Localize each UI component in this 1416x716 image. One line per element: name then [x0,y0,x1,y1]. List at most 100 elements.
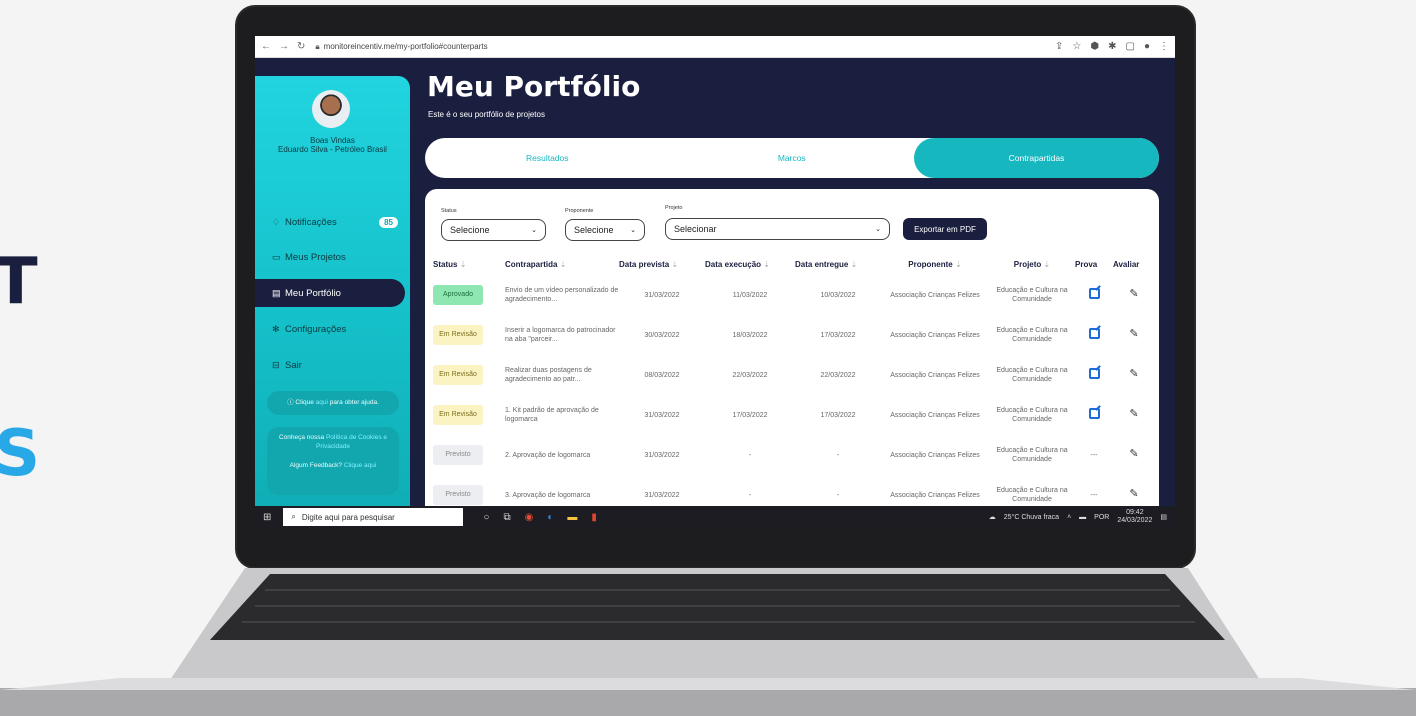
back-icon[interactable]: ← [261,41,271,52]
evaluate-cell: ✎ [1113,315,1155,355]
proponent-cell: Associação Crianças Felizes [890,451,980,459]
column-header[interactable]: Data entregue ⇣ [795,253,881,275]
projeto-select[interactable]: Selecionar ⌄ [665,218,890,240]
help-link[interactable]: aqui [316,399,328,406]
proponente-select[interactable]: Selecione ⌄ [565,219,645,241]
counterpart-cell: 2. Aprovação de logomarca [505,451,591,459]
menu-icon[interactable]: ⋮ [1159,41,1169,52]
policy-link[interactable]: Política de Cookies e Privacidade [316,434,387,450]
sidebar-item-configuracoes[interactable]: ✻ Configurações [255,315,410,343]
column-header[interactable]: Status ⇣ [433,253,505,275]
pencil-icon[interactable]: ✎ [1129,368,1138,380]
open-proof-icon[interactable] [1088,368,1100,379]
delivered-date-cell: - [836,491,840,499]
feedback-link[interactable]: Clique aqui [344,462,377,469]
table-row: Aprovado Envio de um vídeo personalizado … [433,275,1155,315]
status-cell: Aprovado [433,275,505,315]
export-pdf-button[interactable]: Exportar em PDF [903,218,987,240]
proponent-cell: Associação Crianças Felizes [890,331,980,339]
open-proof-icon[interactable] [1088,328,1100,339]
tab-resultados[interactable]: Resultados [425,138,670,178]
column-header[interactable]: Proponente ⇣ [881,253,989,275]
profile-icon[interactable]: ● [1144,41,1150,52]
pencil-icon[interactable]: ✎ [1129,408,1138,420]
status-cell: Em Revisão [433,395,505,435]
tray-chevron-icon[interactable]: ˄ [1067,514,1071,521]
edge-icon[interactable]: ◐ [547,512,553,523]
help-icon: ⓘ [287,399,294,406]
column-header[interactable]: Data execução ⇣ [705,253,795,275]
sidebar: Boas Vindas Eduardo Silva - Petróleo Bra… [255,76,410,506]
sidebar-item-notificacoes[interactable]: ♢ Notificações 85 [255,208,410,236]
gear-icon: ✻ [272,323,280,334]
proponent-cell: Associação Crianças Felizes [890,491,980,499]
file-explorer-icon[interactable]: ▬ [567,512,577,523]
counterpart-cell: 3. Aprovação de logomarca [505,491,591,499]
open-proof-icon[interactable] [1088,288,1100,299]
system-tray: ☁ 25°C Chuva fraca ˄ ▬ POR 09:42 24/03/2… [989,509,1175,525]
tab-marcos[interactable]: Marcos [670,138,915,178]
execution-date-cell: 22/03/2022 [732,371,768,379]
status-filter-label: Status [441,208,457,214]
sidebar-item-label: Configurações [285,323,347,335]
status-cell: Previsto [433,435,505,475]
execution-date-cell: 17/03/2022 [732,411,768,419]
forward-icon[interactable]: → [279,41,289,52]
policy-box: Conheça nossa Política de Cookies e Priv… [267,427,399,495]
taskbar-search[interactable]: ⌕ Digite aqui para pesquisar [283,508,464,526]
execution-date-cell: - [748,451,752,459]
open-proof-icon[interactable] [1088,408,1100,419]
projeto-filter-label: Projeto [665,205,683,211]
address-bar[interactable]: monitoreincentiv.me/my-portfolio#counter… [324,42,1055,51]
tab-contrapartidas[interactable]: Contrapartidas [914,138,1159,178]
cortana-icon[interactable]: ○ [483,512,489,523]
office-icon[interactable]: ▮ [591,512,597,523]
clock-time: 09:42 [1126,509,1144,516]
column-header: Prova [1075,259,1098,269]
proponent-cell: Associação Crianças Felizes [890,371,980,379]
language-indicator[interactable]: POR [1094,514,1109,521]
planned-date-cell: 31/03/2022 [644,291,680,299]
evaluate-cell: ✎ [1113,355,1155,395]
project-cell: Educação e Cultura na Comunidade [996,407,1068,423]
evaluate-cell: ✎ [1113,395,1155,435]
sidebar-item-meu-portfolio[interactable]: ▤ Meu Portfólio [255,279,405,307]
notification-center-icon[interactable]: ▤ [1160,513,1167,521]
star-icon[interactable]: ☆ [1072,41,1081,52]
status-badge: Em Revisão [433,325,483,345]
pencil-icon[interactable]: ✎ [1129,448,1138,460]
search-icon: ⌕ [291,512,296,521]
delivered-date-cell: 17/03/2022 [820,411,856,419]
proof-cell: --- [1075,435,1113,475]
sidebar-item-label: Notificações [285,216,337,228]
column-header[interactable]: Data prevista ⇣ [619,253,705,275]
proof-cell [1075,315,1113,355]
avatar[interactable] [312,90,350,128]
share-icon[interactable]: ⇪ [1055,41,1063,52]
puzzle-icon[interactable]: ✱ [1108,41,1116,52]
sidebar-item-label: Sair [285,359,302,371]
execution-date-cell: 11/03/2022 [732,291,768,299]
reload-icon[interactable]: ↻ [297,41,305,52]
pencil-icon[interactable]: ✎ [1129,488,1138,500]
sidebar-item-meus-projetos[interactable]: ▭ Meus Projetos [255,243,410,271]
column-header[interactable]: Projeto ⇣ [989,253,1075,275]
taskbar-search-placeholder: Digite aqui para pesquisar [301,512,395,522]
page-title: Meu Portfólio [427,70,641,103]
window-icon[interactable]: ▢ [1126,41,1135,52]
extension-icon[interactable]: ⬢ [1090,41,1099,52]
pencil-icon[interactable]: ✎ [1129,328,1138,340]
proof-cell: --- [1075,475,1113,509]
column-header[interactable]: Contrapartida ⇣ [505,253,619,275]
sidebar-item-sair[interactable]: ⊟ Sair [255,351,410,379]
chrome-icon[interactable]: ◉ [525,512,534,523]
task-view-icon[interactable]: ⧉ [503,512,510,523]
status-select[interactable]: Selecione ⌄ [441,219,546,241]
clock[interactable]: 09:42 24/03/2022 [1117,509,1152,525]
network-icon[interactable]: ▬ [1079,514,1086,521]
folder-icon: ▭ [272,251,281,262]
windows-start-icon[interactable]: ⊞ [263,512,271,523]
sidebar-item-label: Meu Portfólio [285,287,341,299]
weather-text[interactable]: 25°C Chuva fraca [1004,514,1059,521]
pencil-icon[interactable]: ✎ [1129,288,1138,300]
